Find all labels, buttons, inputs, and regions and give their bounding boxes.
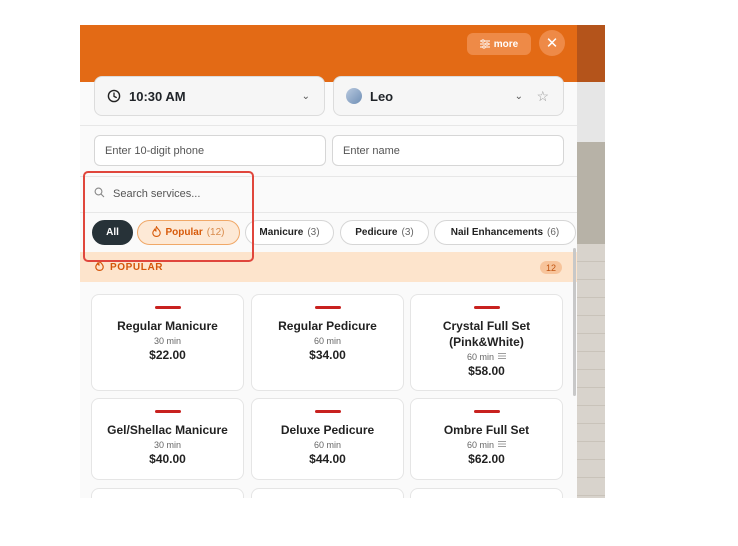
card-accent-bar <box>314 306 341 309</box>
service-price: $44.00 <box>309 452 346 466</box>
section-count-badge: 12 <box>539 261 562 274</box>
card-accent-bar <box>154 410 181 413</box>
time-value: 10:30 AM <box>129 88 186 104</box>
search-placeholder: Search services... <box>113 188 201 200</box>
search-services-input[interactable]: Search services... <box>94 186 200 202</box>
service-duration: 60 min <box>313 336 341 346</box>
star-icon[interactable]: ☆ <box>536 88 549 105</box>
divider <box>80 176 577 177</box>
service-duration: 60 min <box>411 440 562 450</box>
tab-nail-enhancements[interactable]: Nail Enhancements (6) <box>434 220 576 245</box>
tab-count: (6) <box>547 227 560 238</box>
service-card[interactable]: Ombre Full Set 60 min $62.00 <box>410 398 563 480</box>
background-header <box>577 25 605 82</box>
tab-label: Pedicure <box>355 227 398 238</box>
service-name: Ombre Full Set <box>443 423 530 437</box>
service-card[interactable] <box>251 488 404 498</box>
chevron-down-icon: ⌄ <box>301 90 310 102</box>
service-price: $58.00 <box>468 364 505 378</box>
tab-popular[interactable]: Popular (12) <box>137 220 240 245</box>
close-icon: ✕ <box>545 35 559 52</box>
service-card[interactable]: Deluxe Pedicure 60 min $44.00 <box>251 398 404 480</box>
tab-all[interactable]: All <box>92 220 133 245</box>
fire-icon <box>95 259 104 274</box>
staff-value: Leo <box>370 88 394 104</box>
sliders-icon <box>479 39 490 49</box>
service-card[interactable]: Gel/Shellac Manicure 30 min $40.00 <box>91 398 244 480</box>
popular-section-header: POPULAR 12 <box>80 252 577 282</box>
service-name: Regular Pedicure <box>278 319 377 333</box>
background-block <box>577 142 605 244</box>
service-card[interactable]: Crystal Full Set (Pink&White) 60 min $58… <box>410 294 563 391</box>
clock-icon <box>107 89 121 103</box>
service-card[interactable] <box>91 488 244 498</box>
card-accent-bar <box>154 306 181 309</box>
panel-header: more ✕ <box>80 25 577 82</box>
tab-label: Manicure <box>259 227 304 238</box>
tab-count: (3) <box>307 227 320 238</box>
service-name: Regular Manicure <box>117 319 218 333</box>
service-duration: 30 min <box>153 440 181 450</box>
background-row <box>577 82 605 142</box>
scrollbar[interactable] <box>573 248 576 396</box>
background-app <box>577 25 605 498</box>
booking-panel: more ✕ 10:30 AM ⌄ Leo ⌄ ☆ Enter 10-digit… <box>80 25 577 498</box>
service-card[interactable]: Regular Pedicure 60 min $34.00 <box>251 294 404 391</box>
chevron-down-icon: ⌄ <box>514 90 523 102</box>
staff-select[interactable]: Leo ⌄ ☆ <box>333 76 564 116</box>
more-label: more <box>493 38 519 50</box>
phone-input[interactable] <box>94 135 326 166</box>
service-price: $62.00 <box>468 452 505 466</box>
fire-icon <box>152 224 162 240</box>
service-duration: 30 min <box>153 336 181 346</box>
service-name: Gel/Shellac Manicure <box>107 423 228 437</box>
service-price: $40.00 <box>149 452 186 466</box>
sliders-icon <box>498 352 506 362</box>
tab-manicure[interactable]: Manicure (3) <box>245 220 334 245</box>
tab-count: (3) <box>401 227 414 238</box>
close-button[interactable]: ✕ <box>539 30 565 56</box>
sliders-icon <box>498 440 506 450</box>
service-price: $22.00 <box>149 348 186 362</box>
section-title: POPULAR <box>110 261 164 273</box>
background-table <box>577 244 605 498</box>
card-accent-bar <box>473 410 500 413</box>
service-card[interactable]: Regular Manicure 30 min $22.00 <box>91 294 244 391</box>
name-input[interactable] <box>332 135 564 166</box>
tab-pedicure[interactable]: Pedicure (3) <box>340 220 429 245</box>
service-card[interactable] <box>410 488 563 498</box>
service-duration: 60 min <box>411 352 562 362</box>
service-duration: 60 min <box>313 440 341 450</box>
service-name: Deluxe Pedicure <box>280 423 375 437</box>
service-name: Crystal Full Set (Pink&White) <box>442 319 531 349</box>
tab-label: Popular <box>165 227 203 238</box>
tab-label: All <box>106 227 119 238</box>
tab-count: (12) <box>206 227 225 238</box>
card-accent-bar <box>473 306 500 309</box>
divider <box>80 125 577 126</box>
card-accent-bar <box>314 410 341 413</box>
avatar <box>346 88 362 104</box>
divider <box>80 212 577 213</box>
time-select[interactable]: 10:30 AM ⌄ <box>94 76 325 116</box>
tab-label: Nail Enhancements <box>450 227 544 238</box>
more-button[interactable]: more <box>467 33 531 55</box>
search-icon <box>94 187 105 201</box>
service-price: $34.00 <box>309 348 346 362</box>
